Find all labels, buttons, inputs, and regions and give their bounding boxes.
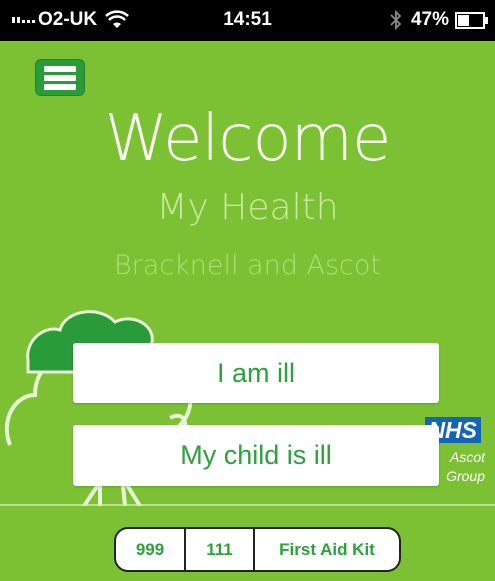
app-screen: O2-UK 14:51 47% Welcome My Health Brackn… bbox=[0, 0, 495, 581]
area-name: Bracknell and Ascot bbox=[114, 250, 381, 281]
divider bbox=[0, 504, 495, 506]
welcome-title: Welcome bbox=[104, 102, 392, 176]
battery-icon bbox=[455, 11, 488, 29]
status-right: 47% bbox=[389, 9, 488, 31]
nhs-logo-line1: Ascot bbox=[449, 449, 485, 465]
bottom-segmented-control: 999 111 First Aid Kit bbox=[114, 527, 401, 572]
app-subtitle: My Health bbox=[156, 187, 339, 228]
call-999-button[interactable]: 999 bbox=[116, 529, 186, 570]
i-am-ill-button[interactable]: I am ill bbox=[73, 343, 439, 403]
battery-fill bbox=[458, 14, 470, 26]
battery-percent: 47% bbox=[410, 9, 449, 30]
call-111-button[interactable]: 111 bbox=[186, 529, 255, 570]
bluetooth-icon bbox=[390, 10, 402, 30]
status-bar: O2-UK 14:51 47% bbox=[0, 0, 495, 41]
hamburger-menu-icon[interactable] bbox=[35, 59, 85, 96]
first-aid-kit-button[interactable]: First Aid Kit bbox=[255, 529, 399, 570]
nhs-logo-line2: Group bbox=[446, 468, 485, 484]
my-child-is-ill-button[interactable]: My child is ill bbox=[73, 425, 439, 486]
